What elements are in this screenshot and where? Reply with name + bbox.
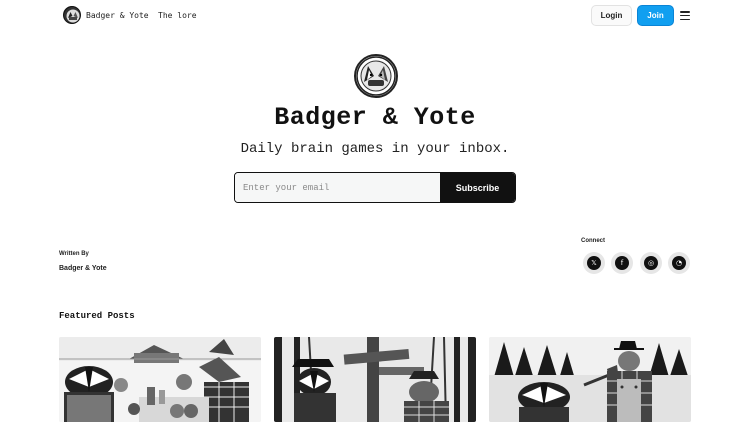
subscribe-button[interactable]: Subscribe (440, 173, 515, 202)
instagram-icon: ◎ (644, 256, 658, 270)
hamburger-menu-icon[interactable] (680, 11, 690, 20)
featured-post-card[interactable] (59, 337, 261, 422)
subscribe-form: Subscribe (234, 172, 516, 203)
connect-label: Connect (581, 238, 605, 244)
facebook-link[interactable]: f (611, 252, 633, 274)
x-twitter-icon: 𝕏 (587, 256, 601, 270)
instagram-link[interactable]: ◎ (640, 252, 662, 274)
join-button[interactable]: Join (637, 5, 674, 26)
post-illustration-badger-lumberjack (489, 337, 691, 422)
featured-post-card[interactable] (489, 337, 691, 422)
author-name[interactable]: Badger & Yote (59, 265, 107, 272)
x-twitter-link[interactable]: 𝕏 (583, 252, 605, 274)
facebook-icon: f (615, 256, 629, 270)
lore-link[interactable]: The lore (158, 11, 197, 20)
post-illustration-badger-coyote-breakfast (59, 337, 261, 422)
hero-subtitle: Daily brain games in your inbox. (240, 141, 510, 157)
login-button[interactable]: Login (591, 5, 632, 26)
written-by-label: Written By (59, 251, 89, 257)
featured-post-card[interactable] (274, 337, 476, 422)
hero-title: Badger & Yote (274, 103, 476, 132)
rss-link[interactable]: ◔ (668, 252, 690, 274)
hero-logo-icon (354, 54, 398, 98)
badger-yote-logo-icon (63, 6, 81, 24)
featured-posts-heading: Featured Posts (59, 311, 135, 321)
rss-icon: ◔ (672, 256, 686, 270)
email-field[interactable] (235, 173, 440, 202)
post-illustration-badger-coyote-signpost (274, 337, 476, 422)
brand-name: Badger & Yote (86, 10, 149, 20)
brand-link[interactable]: Badger & Yote (63, 6, 149, 24)
top-nav: Badger & Yote The lore Login Join (0, 0, 750, 32)
